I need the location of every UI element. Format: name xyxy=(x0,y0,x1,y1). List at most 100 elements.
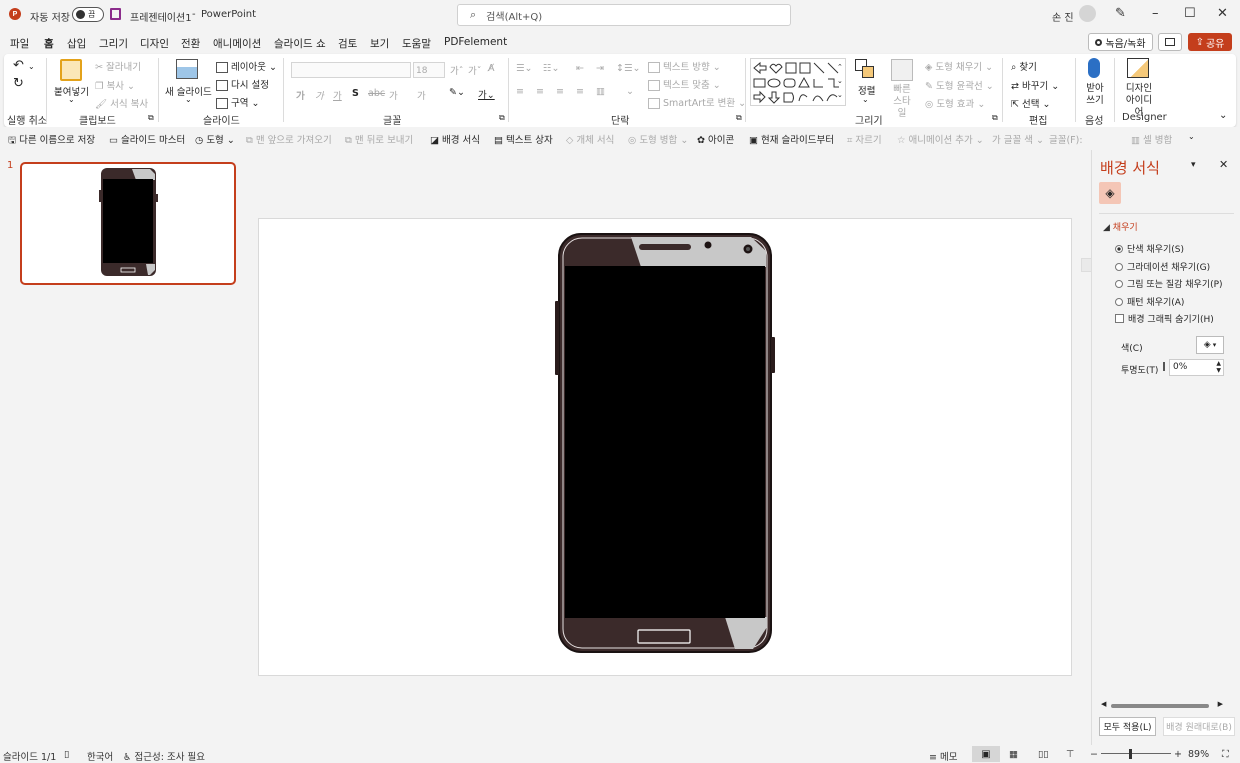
gallery-scroll-icon[interactable]: ⌃ ⌄ ⌄ xyxy=(837,60,843,102)
dictate-button[interactable]: 받아 쓰기 xyxy=(1084,83,1106,107)
justify-icon[interactable]: ≡ xyxy=(576,86,584,97)
increase-indent-icon[interactable]: ⇥ xyxy=(596,63,604,74)
avatar[interactable] xyxy=(1079,5,1096,22)
add-animation-button[interactable]: ☆ 애니메이션 추가 ⌄ xyxy=(897,132,984,146)
zoom-in-icon[interactable]: + xyxy=(1174,749,1182,760)
reading-view-icon[interactable]: ▯▯ xyxy=(1038,749,1048,760)
tab-help[interactable]: 도움말 xyxy=(402,36,431,51)
solid-fill-radio[interactable]: 단색 채우기(S) xyxy=(1115,242,1184,255)
spellcheck-icon[interactable]: ▯ xyxy=(64,749,69,760)
highlight-icon[interactable]: ✎⌄ xyxy=(449,87,465,98)
select-button[interactable]: ⇱ 선택 ⌄ xyxy=(1011,96,1050,110)
arrange-dropdown-icon[interactable]: ⌄ xyxy=(862,95,869,104)
layout-button[interactable]: 레이아웃 ⌄ xyxy=(216,59,277,73)
font-grow-icon[interactable]: 가ˆ xyxy=(450,63,464,77)
comment-button[interactable] xyxy=(1158,33,1182,51)
normal-view-button[interactable]: ▣ xyxy=(972,746,1000,762)
line-spacing-icon[interactable]: ↕☰⌄ xyxy=(616,63,640,74)
tab-home[interactable]: 홈 xyxy=(43,36,55,56)
hide-background-graphics-checkbox[interactable]: 배경 그래픽 숨기기(H) xyxy=(1115,312,1214,325)
text-direction-button[interactable]: 텍스트 방향 ⌄ xyxy=(648,59,721,73)
dialog-launcher-icon[interactable]: ⧉ xyxy=(499,113,505,123)
font-color-icon[interactable]: 가⌄ xyxy=(478,87,495,101)
slide-canvas[interactable] xyxy=(258,218,1072,676)
columns-dropdown-icon[interactable]: ⌄ xyxy=(626,86,634,97)
undo-icon[interactable]: ↶ ⌄ xyxy=(13,58,35,73)
paste-icon[interactable] xyxy=(60,59,82,81)
copy-button[interactable]: ❐ 복사 ⌄ xyxy=(95,78,135,92)
merge-shapes-button[interactable]: ◎ 도형 병합 ⌄ xyxy=(628,132,688,146)
new-slide-dropdown-icon[interactable]: ⌄ xyxy=(185,95,192,104)
cut-button[interactable]: ✂ 잘라내기 xyxy=(95,59,141,73)
record-button[interactable]: 녹음/녹화 xyxy=(1088,33,1153,51)
quick-styles-button[interactable]: 빠른 스타일 xyxy=(891,84,913,120)
tab-slideshow[interactable]: 슬라이드 쇼 xyxy=(274,36,326,51)
columns-icon[interactable]: ▥ xyxy=(596,86,605,97)
dialog-launcher-icon[interactable]: ⧉ xyxy=(992,113,998,123)
shape-effects-button[interactable]: ◎ 도형 효과 ⌄ xyxy=(925,96,985,110)
pane-close-icon[interactable]: ✕ xyxy=(1219,158,1228,171)
collapse-ribbon-icon[interactable]: ⌄ xyxy=(1219,110,1227,121)
scroll-left-icon[interactable]: ◀ xyxy=(1101,700,1106,708)
designer-icon[interactable] xyxy=(1127,58,1149,78)
tab-insert[interactable]: 삽입 xyxy=(67,36,86,51)
shadow-button[interactable]: S xyxy=(352,88,359,99)
slide-thumbnail[interactable] xyxy=(20,162,236,285)
tab-review[interactable]: 검토 xyxy=(338,36,357,51)
shapes-button[interactable]: ◷ 도형 ⌄ xyxy=(195,132,235,146)
change-case-button[interactable]: 가 xyxy=(417,88,426,102)
search-box[interactable]: ⌕ 검색(Alt+Q) xyxy=(457,4,791,26)
slideshow-view-icon[interactable]: ⊤ xyxy=(1066,749,1074,760)
tab-file[interactable]: 파일 xyxy=(10,36,29,51)
slide-sorter-icon[interactable]: ▦ xyxy=(1009,749,1018,760)
fill-section-header[interactable]: ◢ 채우기 xyxy=(1103,220,1138,233)
bold-button[interactable]: 가 xyxy=(296,88,305,102)
strikethrough-button[interactable]: abc xyxy=(368,88,385,99)
italic-button[interactable]: 가 xyxy=(315,88,324,102)
arrange-icon[interactable] xyxy=(855,59,875,79)
redo-icon[interactable]: ↻ xyxy=(13,76,24,91)
transparency-input[interactable]: 0% ▲ ▼ xyxy=(1169,359,1224,376)
font-color-button[interactable]: 가 글꼴 색 ⌄ xyxy=(992,132,1044,146)
icons-button[interactable]: ✿ 아이콘 xyxy=(697,132,734,146)
dialog-launcher-icon[interactable]: ⧉ xyxy=(148,113,154,123)
font-size-input[interactable]: 18 xyxy=(413,62,445,78)
new-slide-icon[interactable] xyxy=(176,59,198,79)
replace-button[interactable]: ⇄ 바꾸기 ⌄ xyxy=(1011,78,1059,92)
pane-horizontal-scrollbar[interactable]: ◀ ▶ xyxy=(1101,700,1223,710)
tab-design[interactable]: 디자인 xyxy=(140,36,169,51)
accessibility-status[interactable]: ♿ 접근성: 조사 필요 xyxy=(123,749,205,763)
zoom-out-icon[interactable]: − xyxy=(1090,749,1098,760)
user-name[interactable]: 손 진 xyxy=(1052,9,1074,24)
align-center-icon[interactable]: ≡ xyxy=(536,86,544,97)
fill-tab-icon[interactable]: ◈ xyxy=(1099,182,1121,204)
merge-cells-button[interactable]: ▥ 셀 병합 xyxy=(1131,132,1172,146)
underline-button[interactable]: 가 xyxy=(333,88,342,102)
align-text-button[interactable]: 텍스트 맞춤 ⌄ xyxy=(648,77,721,91)
language-indicator[interactable]: 한국어 xyxy=(87,749,113,763)
slide-master-button[interactable]: ▭ 슬라이드 마스터 xyxy=(109,132,185,146)
zoom-level[interactable]: 89% xyxy=(1188,749,1209,760)
char-spacing-button[interactable]: 가 xyxy=(389,88,398,102)
save-icon[interactable] xyxy=(110,8,121,20)
reset-button[interactable]: 다시 설정 xyxy=(216,77,269,91)
crop-button[interactable]: ⌗ 자르기 xyxy=(847,132,882,146)
tab-draw[interactable]: 그리기 xyxy=(99,36,128,51)
save-as-button[interactable]: 🖫 다른 이름으로 저장 xyxy=(8,132,95,149)
paste-dropdown-icon[interactable]: ⌄ xyxy=(68,95,75,104)
spinner-icon[interactable]: ▲ ▼ xyxy=(1216,360,1221,374)
decrease-indent-icon[interactable]: ⇤ xyxy=(576,63,584,74)
send-to-back-button[interactable]: ⧉ 맨 뒤로 보내기 xyxy=(345,132,413,146)
font-shrink-icon[interactable]: 가ˇ xyxy=(468,63,482,77)
notes-button[interactable]: ≡ 메모 xyxy=(929,749,957,763)
pane-options-icon[interactable]: ▾ xyxy=(1191,160,1196,170)
maximize-icon[interactable]: ☐ xyxy=(1184,6,1196,21)
section-button[interactable]: 구역 ⌄ xyxy=(216,95,259,109)
share-button[interactable]: ⇪ 공유 xyxy=(1188,33,1232,51)
close-icon[interactable]: ✕ xyxy=(1217,6,1228,21)
bring-to-front-button[interactable]: ⧉ 맨 앞으로 가져오기 xyxy=(246,132,332,146)
smartart-button[interactable]: SmartArt로 변환 ⌄ xyxy=(648,95,746,109)
format-painter-button[interactable]: 🖌 서식 복사 xyxy=(95,96,148,110)
color-picker[interactable]: ◈ ▾ xyxy=(1196,336,1224,354)
clear-format-icon[interactable]: A̸ xyxy=(488,63,495,74)
